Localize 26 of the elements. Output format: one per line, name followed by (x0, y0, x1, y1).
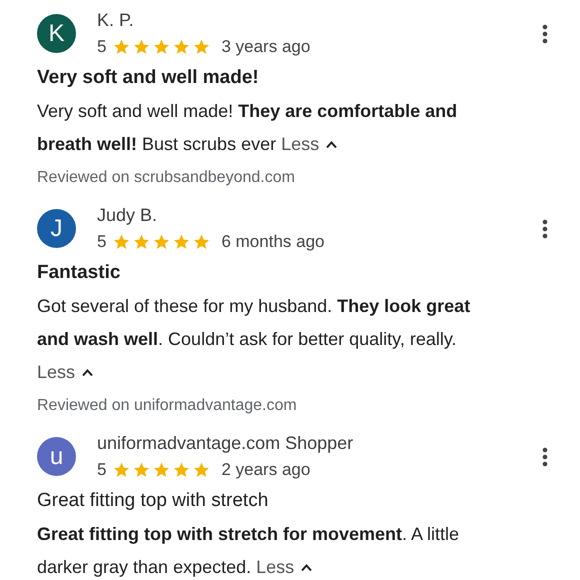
reviewer-name: K. P. (97, 10, 135, 31)
review-title: Great fitting top with stretch (37, 490, 270, 512)
rating-value: 5 (97, 37, 106, 57)
less-link[interactable]: Less (256, 557, 314, 577)
review-title: Fantastic (37, 262, 122, 284)
review-text: Very soft and well made! They are comfortable and breath well! Bust scrubs ever Less (37, 100, 458, 156)
review-source: Reviewed on scrubsandbeyond.com (37, 169, 296, 187)
reviewer-name: uniformadvantage.com Shopper (97, 433, 354, 454)
caret-icon (325, 140, 338, 149)
avatar: K (37, 14, 76, 53)
rating-value: 5 (97, 232, 106, 252)
review-text: Got several of these for my husband. They look great and wash well. Couldn’t ask for better quality, really. Less (37, 295, 472, 384)
less-link[interactable]: Less (37, 362, 94, 382)
review-text: Great fitting top with stretch for movement. A little darker gray than expected. Less (37, 523, 460, 579)
reviewer-name: Judy B. (97, 205, 158, 226)
review-date: 3 years ago (221, 37, 310, 57)
review-title: Very soft and well made! (37, 67, 260, 89)
avatar: u (37, 437, 76, 476)
caret-icon (81, 368, 94, 377)
review-date: 2 years ago (221, 460, 310, 480)
review-source: Reviewed on uniformadvantage.com (37, 397, 298, 415)
less-link[interactable]: Less (281, 134, 338, 154)
review-date: 6 months ago (221, 232, 324, 252)
caret-icon (300, 563, 314, 572)
rating-value: 5 (97, 460, 106, 480)
avatar: J (37, 209, 76, 248)
